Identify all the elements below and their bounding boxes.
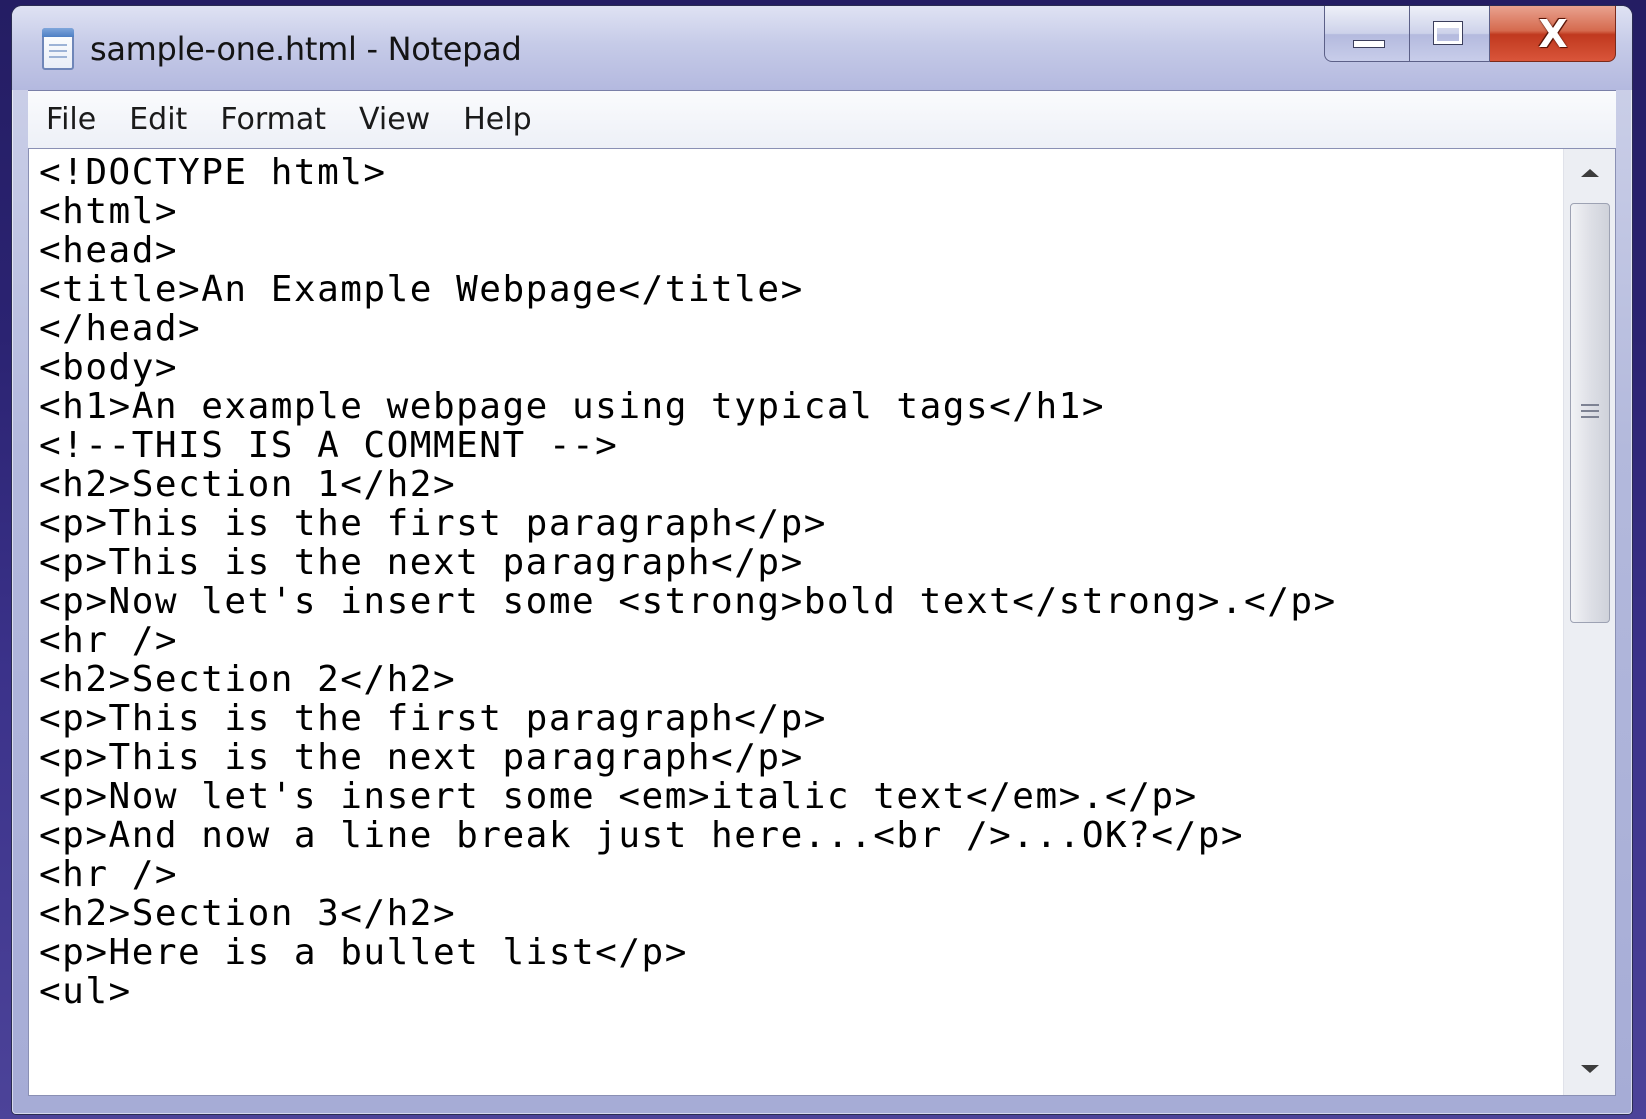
code-line: <ul> [39, 971, 132, 1012]
text-area[interactable]: <!DOCTYPE html> <html> <head> <title>An … [29, 149, 1525, 1095]
window-title: sample-one.html - Notepad [90, 30, 522, 68]
scroll-down-arrow-icon [1581, 1065, 1599, 1073]
caption-buttons: X [1324, 6, 1616, 64]
menu-bar: File Edit Format View Help [28, 90, 1616, 148]
minimize-button[interactable] [1324, 6, 1410, 62]
code-line: <!--THIS IS A COMMENT --> [39, 425, 619, 466]
code-line: <p>This is the first paragraph</p> [39, 698, 827, 739]
code-line: <p>Here is a bullet list</p> [39, 932, 688, 973]
maximize-button[interactable] [1410, 6, 1490, 62]
menu-file[interactable]: File [28, 91, 110, 149]
minimize-icon [1353, 40, 1385, 48]
notepad-window: sample-one.html - Notepad X File Edit Fo… [12, 6, 1632, 1114]
code-line: <p>This is the first paragraph</p> [39, 503, 827, 544]
code-line: <p>This is the next paragraph</p> [39, 542, 804, 583]
code-line: <h2>Section 3</h2> [39, 893, 457, 934]
code-line: <h2>Section 1</h2> [39, 464, 457, 505]
title-bar[interactable]: sample-one.html - Notepad X [12, 6, 1632, 90]
code-line: <p>And now a line break just here...<br … [39, 815, 1245, 856]
grip-icon [1581, 404, 1599, 420]
code-line: <head> [39, 230, 179, 271]
code-line: <p>Now let's insert some <strong>bold te… [39, 581, 1337, 622]
code-line: <p>Now let's insert some <em>italic text… [39, 776, 1198, 817]
vertical-scrollbar[interactable] [1563, 149, 1615, 1095]
code-line: <hr /> [39, 854, 179, 895]
code-line: <hr /> [39, 620, 179, 661]
menu-view[interactable]: View [340, 91, 444, 149]
code-line: <h1>An example webpage using typical tag… [39, 386, 1105, 427]
scroll-up-button[interactable] [1564, 149, 1615, 197]
scroll-down-button[interactable] [1564, 1047, 1615, 1095]
close-button[interactable]: X [1490, 6, 1616, 62]
editor: <!DOCTYPE html> <html> <head> <title>An … [28, 148, 1616, 1096]
notepad-icon[interactable] [42, 28, 74, 70]
menu-format[interactable]: Format [201, 91, 340, 149]
code-line: <p>This is the next paragraph</p> [39, 737, 804, 778]
code-line: <html> [39, 191, 179, 232]
menu-edit[interactable]: Edit [110, 91, 201, 149]
maximize-icon [1433, 21, 1463, 45]
code-line: <title>An Example Webpage</title> [39, 269, 804, 310]
scroll-thumb[interactable] [1570, 203, 1610, 623]
code-line: </head> [39, 308, 202, 349]
code-line: <!DOCTYPE html> [39, 152, 387, 193]
code-line: <body> [39, 347, 179, 388]
code-line: <h2>Section 2</h2> [39, 659, 457, 700]
menu-help[interactable]: Help [444, 91, 545, 149]
scroll-up-arrow-icon [1581, 169, 1599, 177]
close-icon: X [1538, 12, 1568, 56]
